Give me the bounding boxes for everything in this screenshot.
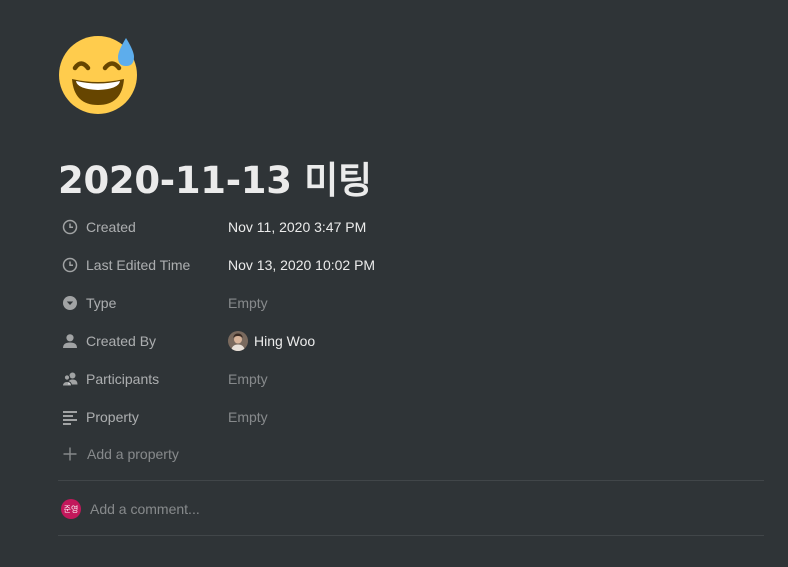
divider — [58, 480, 764, 481]
people-icon — [62, 371, 78, 387]
property-row-participants: Participants Empty — [58, 360, 764, 398]
property-key-property[interactable]: Property — [58, 402, 228, 432]
property-key-label: Created By — [86, 333, 157, 349]
property-key-created[interactable]: Created — [58, 212, 228, 242]
text-lines-icon — [62, 409, 78, 425]
property-row-type: Type Empty — [58, 284, 764, 322]
property-value-participants[interactable]: Empty — [228, 364, 268, 394]
property-key-created-by[interactable]: Created By — [58, 326, 228, 356]
properties-list: Created Nov 11, 2020 3:47 PM Last Edited… — [58, 208, 764, 472]
property-value-created-by[interactable]: Hing Woo — [228, 326, 315, 356]
property-key-label: Type — [86, 295, 117, 311]
person-icon — [62, 333, 78, 349]
property-key-label: Last Edited Time — [86, 257, 191, 273]
avatar: 준영 — [61, 499, 81, 519]
property-key-last-edited-time[interactable]: Last Edited Time — [58, 250, 228, 280]
add-property-button[interactable]: Add a property — [58, 436, 764, 472]
property-row-last-edited-time: Last Edited Time Nov 13, 2020 10:02 PM — [58, 246, 764, 284]
property-row-property: Property Empty — [58, 398, 764, 436]
property-key-type[interactable]: Type — [58, 288, 228, 318]
property-key-label: Property — [86, 409, 139, 425]
property-row-created-by: Created By Hing Woo — [58, 322, 764, 360]
property-row-created: Created Nov 11, 2020 3:47 PM — [58, 208, 764, 246]
clock-icon — [62, 219, 78, 235]
avatar — [228, 331, 248, 351]
property-key-label: Participants — [86, 371, 160, 387]
property-value-type[interactable]: Empty — [228, 288, 268, 318]
property-value-last-edited-time[interactable]: Nov 13, 2020 10:02 PM — [228, 250, 375, 280]
notion-page: 2020-11-13 미팅 Created Nov 11, 2020 3:47 … — [0, 0, 788, 567]
comment-row: 준영 — [58, 496, 764, 522]
select-icon — [62, 295, 78, 311]
clock-icon — [62, 257, 78, 273]
plus-icon — [62, 446, 78, 462]
property-value-created[interactable]: Nov 11, 2020 3:47 PM — [228, 212, 366, 242]
add-property-label: Add a property — [87, 446, 179, 462]
grinning-face-with-sweat-icon[interactable] — [58, 35, 142, 115]
page-title[interactable]: 2020-11-13 미팅 — [58, 150, 372, 204]
property-key-label: Created — [86, 219, 136, 235]
comment-input[interactable] — [90, 501, 490, 517]
user-name: Hing Woo — [254, 333, 316, 349]
property-key-participants[interactable]: Participants — [58, 364, 228, 394]
divider — [58, 535, 764, 536]
property-value-property[interactable]: Empty — [228, 402, 268, 432]
